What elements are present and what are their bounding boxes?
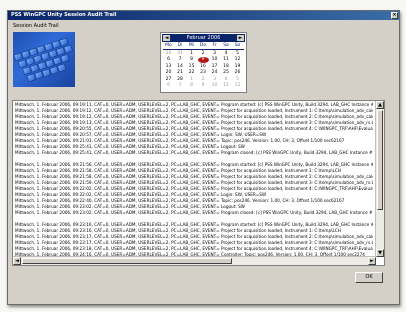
close-icon[interactable]: × xyxy=(391,12,398,19)
horizontal-scrollbar[interactable]: ◄ ► xyxy=(13,256,376,265)
log-line: Mittwoch, 1. Februar 2006, 09:25:41, CAT… xyxy=(15,150,373,155)
scroll-up-button[interactable]: ▲ xyxy=(376,101,384,109)
vertical-scrollbar[interactable]: ▲ ▼ xyxy=(375,101,384,257)
scroll-down-button[interactable]: ▼ xyxy=(376,249,384,257)
calendar-day[interactable]: 28 xyxy=(175,77,186,83)
calendar-day[interactable]: 14 xyxy=(175,64,186,70)
calendar-day[interactable]: 11 xyxy=(221,57,232,63)
calendar-day[interactable]: 20 xyxy=(163,70,174,76)
calendar-day[interactable]: 7 xyxy=(175,57,186,63)
calendar-day[interactable]: 1 xyxy=(186,77,197,83)
calendar-month-title: Februar 2006 xyxy=(186,35,221,41)
calendar-day[interactable]: 23 xyxy=(198,70,209,76)
calendar-day[interactable]: 7 xyxy=(175,83,186,89)
calendar-day[interactable]: 17 xyxy=(209,64,220,70)
window-title: PSS WinGPC Unity Session Audit Trail xyxy=(11,12,117,18)
calendar-day[interactable]: 8 xyxy=(186,57,197,63)
audit-log-lines: Mittwoch, 1. Februar 2006, 09:19:11, CAT… xyxy=(15,102,373,258)
horizontal-scroll-thumb[interactable] xyxy=(22,258,232,264)
audit-log-listbox[interactable]: Mittwoch, 1. Februar 2006, 09:19:11, CAT… xyxy=(12,100,385,266)
calendar-day[interactable]: 26 xyxy=(232,70,243,76)
calendar-day[interactable]: 18 xyxy=(221,64,232,70)
calendar-day[interactable]: 15 xyxy=(186,64,197,70)
title-bar: PSS WinGPC Unity Session Audit Trail × xyxy=(8,11,399,20)
calendar-day[interactable]: 8 xyxy=(186,83,197,89)
calendar-day[interactable]: 9 xyxy=(198,83,209,89)
calendar-day[interactable]: 19 xyxy=(232,64,243,70)
calendar-day[interactable]: 12 xyxy=(232,57,243,63)
calendar-day[interactable]: 2 xyxy=(198,77,209,83)
calendar-header: ◄ Februar 2006 ► xyxy=(162,34,245,42)
calendar-day[interactable]: 21 xyxy=(175,70,186,76)
log-line: Mittwoch, 1. Februar 2006, 09:23:02, CAT… xyxy=(15,210,373,215)
calendar-day[interactable]: 13 xyxy=(163,64,174,70)
calendar-day[interactable]: 10 xyxy=(209,57,220,63)
calendar-day[interactable]: 12 xyxy=(232,83,243,89)
calendar-day[interactable]: 11 xyxy=(221,83,232,89)
calendar-day[interactable]: 22 xyxy=(186,70,197,76)
calendar-day[interactable]: 3 xyxy=(209,77,220,83)
calendar-day[interactable]: 10 xyxy=(209,83,220,89)
keyboard-graphic xyxy=(13,37,73,83)
vertical-scroll-thumb[interactable] xyxy=(377,110,383,210)
keyboard-logo-image xyxy=(13,32,75,87)
calendar-day[interactable]: 16 xyxy=(198,64,209,70)
calendar: ◄ Februar 2006 ► Mo Di Mi Do Fr Sa So 30 31 1 2 3 4 5… xyxy=(160,32,247,93)
calendar-day[interactable]: 25 xyxy=(221,70,232,76)
prev-month-button[interactable]: ◄ xyxy=(163,35,170,41)
calendar-day[interactable]: 6 xyxy=(163,83,174,89)
scroll-right-button[interactable]: ► xyxy=(368,257,376,265)
calendar-day[interactable]: 6 xyxy=(163,57,174,63)
calendar-day[interactable]: 27 xyxy=(163,77,174,83)
calendar-day[interactable]: 4 xyxy=(221,77,232,83)
next-month-button[interactable]: ► xyxy=(237,35,244,41)
calendar-day[interactable]: 24 xyxy=(209,70,220,76)
session-audit-trail-label: Session Audit Trail xyxy=(13,23,59,29)
calendar-divider xyxy=(163,49,244,50)
calendar-day[interactable]: 5 xyxy=(232,77,243,83)
ok-button[interactable]: OK xyxy=(355,272,383,283)
scroll-left-button[interactable]: ◄ xyxy=(13,257,21,265)
calendar-day-selected[interactable]: 9 xyxy=(197,57,209,64)
